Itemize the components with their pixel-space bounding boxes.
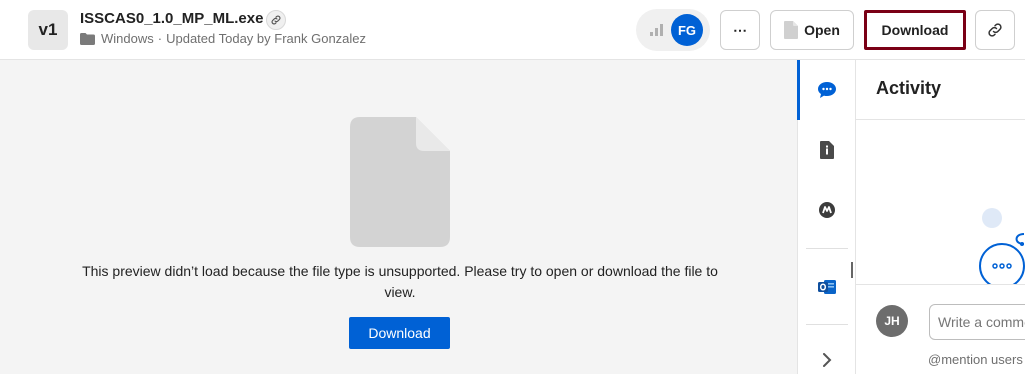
- unsupported-message: This preview didn’t load because the fil…: [82, 263, 718, 300]
- activity-divider: [856, 284, 1025, 285]
- open-button-label: Open: [804, 22, 840, 38]
- sidebar-item-details[interactable]: [816, 139, 838, 161]
- mention-hint: @mention users: [928, 352, 1023, 367]
- sidebar-divider: [806, 324, 848, 325]
- updated-info: Updated Today by Frank Gonzalez: [166, 31, 367, 46]
- folder-name[interactable]: Windows: [101, 31, 154, 46]
- sidebar-item-outlook[interactable]: [816, 276, 838, 298]
- metadata-icon: [819, 202, 835, 218]
- signal-bars-icon: [650, 24, 663, 36]
- sidebar-item-metadata[interactable]: [816, 199, 838, 221]
- collaborator-avatar[interactable]: FG: [671, 14, 703, 46]
- info-icon: [820, 141, 834, 159]
- version-badge[interactable]: v1: [28, 10, 68, 50]
- sidebar-expand-button[interactable]: [816, 349, 838, 371]
- header: v1 ISSCAS0_1.0_MP_ML.exe Windows · Updat…: [0, 0, 1025, 60]
- preview-download-button[interactable]: Download: [349, 317, 450, 349]
- collaborators-pill[interactable]: FG: [636, 9, 710, 51]
- current-user-avatar: JH: [876, 305, 908, 337]
- file-subtitle: Windows · Updated Today by Frank Gonzale…: [80, 31, 366, 46]
- sidebar-item-activity[interactable]: [816, 79, 838, 101]
- sidebar-divider: [806, 248, 848, 249]
- separator: ·: [157, 31, 163, 46]
- chevron-right-icon: [823, 353, 832, 367]
- copy-link-button[interactable]: [975, 10, 1015, 50]
- activity-panel: Activity JH @mention users: [856, 60, 1025, 374]
- folder-icon: [80, 32, 95, 45]
- activity-divider: [856, 119, 1025, 120]
- unsupported-file-icon: [350, 117, 450, 247]
- sidebar-scrollbar[interactable]: [851, 262, 853, 278]
- link-icon: [988, 23, 1002, 37]
- file-icon: [784, 21, 799, 39]
- shared-link-icon[interactable]: [266, 10, 286, 30]
- empty-activity-illustration: [979, 208, 1025, 285]
- more-options-button[interactable]: ⋯: [720, 10, 760, 50]
- comment-input[interactable]: [929, 304, 1025, 340]
- outlook-icon: [818, 280, 836, 294]
- activity-title: Activity: [876, 78, 942, 98]
- sidebar-nav: [797, 60, 856, 374]
- open-button[interactable]: Open: [770, 10, 854, 50]
- active-indicator: [797, 60, 800, 120]
- download-button[interactable]: Download: [864, 10, 966, 50]
- comment-icon: [818, 82, 836, 98]
- file-name: ISSCAS0_1.0_MP_ML.exe: [80, 10, 264, 27]
- preview-area: This preview didn’t load because the fil…: [0, 60, 797, 374]
